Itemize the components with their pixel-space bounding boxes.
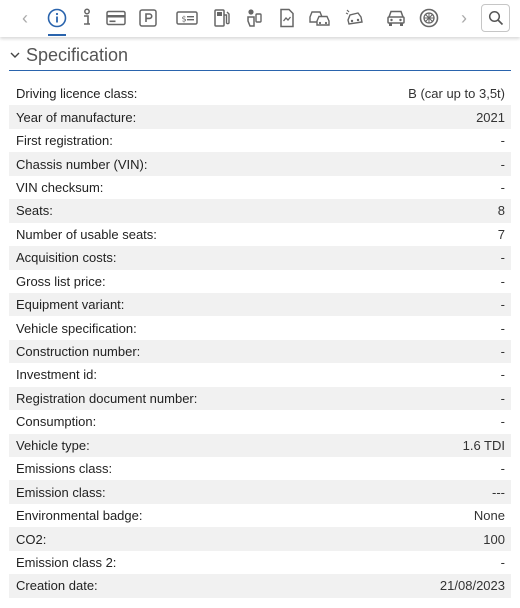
spec-row: Emissions class: -: [9, 457, 511, 480]
spec-label: CO2:: [16, 531, 47, 547]
spec-row: Creation date: 21/08/2023: [9, 574, 511, 598]
spec-label: Chassis number (VIN):: [16, 156, 148, 172]
spec-label: Driving licence class:: [16, 86, 138, 102]
next-arrow-icon[interactable]: ›: [457, 6, 471, 30]
svg-text:$: $: [182, 15, 187, 24]
price-tag-icon[interactable]: $: [174, 6, 200, 30]
spec-label: Investment id:: [16, 367, 97, 383]
section-title: Specification: [26, 44, 129, 65]
cars-icon[interactable]: [306, 6, 334, 30]
spec-label: Acquisition costs:: [16, 250, 117, 266]
spec-value: -: [500, 250, 505, 266]
spec-row: Investment id: -: [9, 363, 511, 386]
spec-label: Year of manufacture:: [16, 109, 137, 125]
car-crash-icon[interactable]: [343, 6, 367, 30]
spec-value: 7: [497, 226, 505, 242]
spec-label: Vehicle type:: [16, 437, 90, 453]
spec-row: Chassis number (VIN): -: [9, 152, 511, 176]
search-icon: [488, 10, 503, 26]
spec-value: -: [500, 390, 505, 406]
spec-label: Vehicle specification:: [16, 320, 137, 336]
spec-value: 8: [497, 203, 505, 219]
spec-label: First registration:: [16, 133, 113, 149]
spec-label: Equipment variant:: [16, 297, 125, 313]
spec-value: -: [500, 344, 505, 360]
spec-row: Vehicle specification: -: [9, 316, 511, 339]
spec-row: Number of usable seats: 7: [9, 223, 511, 246]
car-front-icon[interactable]: [384, 6, 408, 30]
spec-value: -: [500, 297, 505, 313]
spec-label: Emission class 2:: [16, 554, 117, 570]
spec-label: Emission class:: [16, 484, 106, 500]
spec-label: VIN checksum:: [16, 179, 104, 195]
spec-row: Seats: 8: [9, 199, 511, 223]
spec-row: Consumption: -: [9, 410, 511, 433]
spec-value: ---: [492, 484, 505, 500]
spec-label: Environmental badge:: [16, 508, 143, 524]
spec-value: 2021: [476, 109, 505, 125]
spec-row: First registration: -: [9, 129, 511, 152]
spec-value: -: [500, 414, 505, 430]
spec-value: -: [500, 156, 505, 172]
specification-list: Driving licence class: B (car up to 3,5t)…: [9, 82, 511, 598]
spec-label: Number of usable seats:: [16, 226, 157, 242]
spec-row: Emission class 2: -: [9, 551, 511, 574]
spec-row: CO2: 100: [9, 527, 511, 551]
prev-arrow-icon[interactable]: ‹: [18, 6, 32, 30]
spec-value: -: [500, 461, 505, 477]
spec-value: -: [500, 367, 505, 383]
spec-label: Seats:: [16, 203, 53, 219]
spec-label: Construction number:: [16, 344, 141, 360]
spec-value: 1.6 TDI: [462, 437, 505, 453]
spec-label: Consumption:: [16, 414, 97, 430]
spec-value: -: [500, 554, 505, 570]
spec-row: VIN checksum: -: [9, 176, 511, 199]
spec-label: Gross list price:: [16, 273, 106, 289]
spec-row: Registration document number: -: [9, 386, 511, 411]
parking-icon[interactable]: [137, 6, 159, 30]
search-button[interactable]: [481, 4, 510, 32]
spec-value: 100: [483, 531, 505, 547]
spec-value: -: [500, 320, 505, 336]
driver-icon[interactable]: [243, 6, 265, 30]
chevron-down-icon[interactable]: [10, 51, 22, 59]
spec-row: Emission class: ---: [9, 480, 511, 504]
info-icon[interactable]: [78, 6, 96, 30]
spec-value: -: [500, 273, 505, 289]
info-circle-icon[interactable]: [45, 6, 69, 36]
section-header-specification[interactable]: Specification: [9, 40, 511, 71]
fuel-pump-icon[interactable]: [211, 6, 233, 30]
spec-value: 21/08/2023: [439, 578, 505, 594]
tab-toolbar: ‹ $ ›: [0, 0, 520, 37]
spec-value: -: [500, 179, 505, 195]
spec-label: Registration document number:: [16, 390, 198, 406]
spec-row: Gross list price: -: [9, 270, 511, 293]
spec-row: Acquisition costs: -: [9, 246, 511, 270]
spec-row: Construction number: -: [9, 339, 511, 364]
document-icon[interactable]: [277, 6, 297, 30]
spec-label: Creation date:: [16, 578, 98, 594]
spec-row: Driving licence class: B (car up to 3,5t): [9, 82, 511, 105]
spec-value: None: [473, 508, 505, 524]
spec-label: Emissions class:: [16, 461, 113, 477]
card-icon[interactable]: [104, 6, 128, 30]
spec-row: Vehicle type: 1.6 TDI: [9, 433, 511, 457]
wheel-icon[interactable]: [417, 6, 441, 30]
spec-value: B (car up to 3,5t): [408, 86, 505, 102]
spec-row: Year of manufacture: 2021: [9, 105, 511, 129]
spec-value: -: [500, 133, 505, 149]
spec-row: Environmental badge: None: [9, 504, 511, 527]
spec-row: Equipment variant: -: [9, 292, 511, 317]
